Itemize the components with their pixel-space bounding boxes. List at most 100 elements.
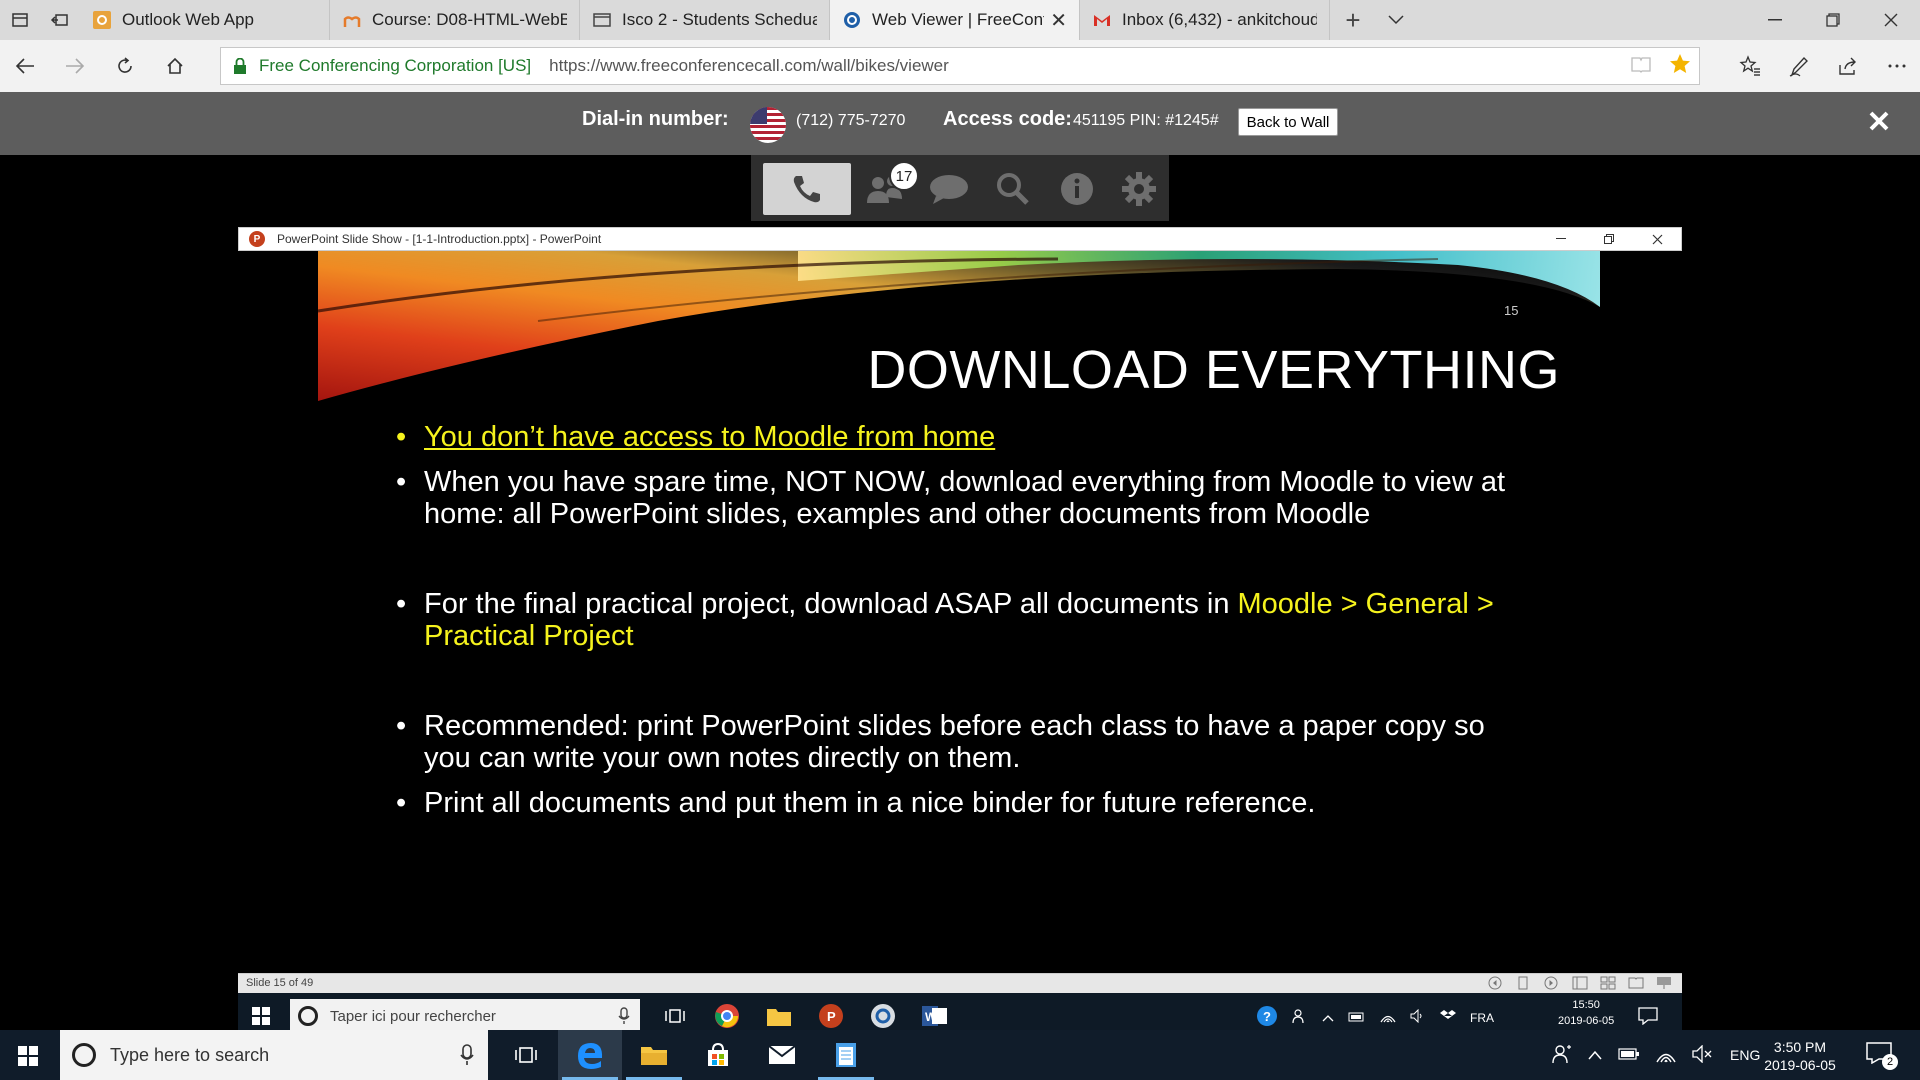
file-explorer-icon[interactable] — [762, 999, 796, 1033]
participants-count-badge: 17 — [889, 161, 919, 191]
tab-manager-icon[interactable] — [0, 0, 40, 40]
close-window-icon[interactable] — [1862, 0, 1920, 40]
windows-taskbar: Type here to search ENG 3:50 PM 2019-06-… — [0, 1030, 1920, 1080]
taskbar-search-box[interactable]: Type here to search — [60, 1030, 488, 1080]
task-view-icon[interactable] — [494, 1030, 558, 1080]
access-code-value: 451195 PIN: #1245# — [1073, 112, 1219, 129]
notepad-icon[interactable] — [814, 1030, 878, 1080]
set-tabs-aside-icon[interactable] — [40, 0, 80, 40]
refresh-icon[interactable] — [100, 40, 150, 92]
tab-title: Web Viewer | FreeConfe — [872, 10, 1045, 29]
tab-gmail[interactable]: Inbox (6,432) - ankitchoudh — [1080, 0, 1330, 40]
browser-tab-bar: Outlook Web App Course: D08-HTML-WebB – … — [0, 0, 1920, 40]
remote-search-box[interactable]: Taper ici pour rechercher — [290, 999, 640, 1033]
restore-icon[interactable] — [1804, 0, 1862, 40]
notes-icon[interactable] — [1516, 976, 1532, 990]
powerpoint-status-bar: Slide 15 of 49 — [238, 973, 1682, 993]
volume-muted-icon[interactable] — [1692, 1043, 1714, 1066]
info-icon[interactable] — [1051, 163, 1103, 215]
system-clock[interactable]: 3:50 PM 2019-06-05 — [1762, 1038, 1838, 1074]
ppt-restore-icon[interactable] — [1585, 228, 1633, 250]
word-icon[interactable]: W — [918, 999, 952, 1033]
ppt-close-icon[interactable] — [1633, 228, 1681, 250]
us-flag-icon[interactable] — [750, 107, 786, 143]
phone-icon[interactable] — [763, 163, 851, 215]
minimize-icon[interactable] — [1746, 0, 1804, 40]
back-arrow-icon[interactable] — [0, 40, 50, 92]
help-icon[interactable]: ? — [1256, 1005, 1278, 1030]
cortana-icon — [298, 1006, 318, 1026]
chat-icon[interactable] — [923, 163, 975, 215]
slide-number: 15 — [1504, 303, 1519, 318]
moodle-access-link[interactable]: You don’t have access to Moodle from hom… — [424, 421, 995, 453]
more-menu-icon[interactable] — [1872, 40, 1920, 92]
favorite-star-icon[interactable] — [1669, 53, 1691, 80]
windows-start-icon[interactable] — [18, 1046, 38, 1066]
svg-text:P: P — [827, 1009, 836, 1024]
bullet-item: You don’t have access to Moodle from hom… — [396, 421, 1526, 453]
tab-list-chevron-icon[interactable] — [1376, 0, 1416, 40]
url-text[interactable]: https://www.freeconferencecall.com/wall/… — [549, 56, 949, 76]
bullet-item: For the final practical project, downloa… — [396, 588, 1526, 652]
task-view-icon[interactable] — [658, 999, 692, 1033]
battery-icon[interactable] — [1348, 1011, 1366, 1025]
remote-input-language[interactable]: FRA — [1470, 1011, 1494, 1025]
powerpoint-icon: P — [249, 231, 265, 247]
reading-view-icon[interactable] — [1628, 976, 1644, 990]
close-tab-icon[interactable]: ✕ — [1050, 8, 1067, 33]
people-icon[interactable] — [1552, 1044, 1572, 1067]
volume-icon[interactable] — [1410, 1008, 1426, 1026]
new-tab-button[interactable]: + — [1330, 0, 1376, 40]
wifi-icon[interactable] — [1380, 1009, 1396, 1026]
file-explorer-icon[interactable] — [622, 1030, 686, 1080]
close-icon[interactable] — [1868, 110, 1894, 136]
input-language[interactable]: ENG — [1730, 1047, 1760, 1063]
favorites-hub-icon[interactable] — [1725, 40, 1774, 92]
wifi-icon[interactable] — [1656, 1045, 1676, 1066]
tab-isco[interactable]: Isco 2 - Students Scheduall — [580, 0, 830, 40]
normal-view-icon[interactable] — [1572, 976, 1588, 990]
powerpoint-taskbar-icon[interactable]: P — [814, 999, 848, 1033]
outlook-icon — [92, 10, 112, 30]
windows-start-icon[interactable] — [252, 1007, 270, 1025]
web-note-pen-icon[interactable] — [1774, 40, 1823, 92]
microphone-icon[interactable] — [460, 1044, 474, 1071]
chrome-icon[interactable] — [710, 999, 744, 1033]
svg-text:W: W — [925, 1010, 937, 1024]
remote-notification-icon[interactable] — [1638, 1007, 1658, 1030]
show-hidden-icons-chevron-icon[interactable] — [1322, 1011, 1334, 1025]
slide-show-icon[interactable] — [1656, 976, 1672, 990]
mail-icon[interactable] — [750, 1030, 814, 1080]
forward-arrow-icon[interactable] — [50, 40, 100, 92]
slide-canvas[interactable]: 15 DOWNLOAD EVERYTHING You don’t have ac… — [238, 251, 1682, 973]
search-icon[interactable] — [987, 163, 1039, 215]
back-to-wall-button[interactable]: Back to Wall — [1238, 108, 1338, 136]
ppt-minimize-icon[interactable] — [1537, 228, 1585, 250]
remote-date: 2019-06-05 — [1558, 1015, 1615, 1027]
settings-gear-icon[interactable] — [1113, 163, 1165, 215]
tab-course[interactable]: Course: D08-HTML-WebB – — [330, 0, 580, 40]
remote-clock[interactable]: 15:50 2019-06-05 — [1558, 997, 1614, 1029]
freeconference-icon — [842, 10, 862, 30]
battery-icon[interactable] — [1618, 1047, 1640, 1063]
tab-web-viewer[interactable]: Web Viewer | FreeConfe ✕ — [830, 0, 1080, 40]
dropbox-icon[interactable] — [1440, 1009, 1456, 1026]
store-icon[interactable] — [686, 1030, 750, 1080]
microphone-icon[interactable] — [618, 1007, 630, 1030]
home-icon[interactable] — [150, 40, 200, 92]
site-identity[interactable]: Free Conferencing Corporation [US] — [259, 56, 531, 76]
slide-sorter-icon[interactable] — [1600, 976, 1616, 990]
freeconference-taskbar-icon[interactable] — [866, 999, 900, 1033]
show-hidden-icons-chevron-icon[interactable] — [1588, 1047, 1602, 1063]
conference-toolbar: 17 — [751, 155, 1169, 221]
address-bar[interactable]: Free Conferencing Corporation [US] https… — [220, 47, 1700, 85]
reading-view-icon[interactable] — [1631, 55, 1651, 78]
next-slide-icon[interactable] — [1544, 976, 1560, 990]
share-icon[interactable] — [1823, 40, 1872, 92]
lock-icon — [233, 57, 247, 74]
tab-outlook[interactable]: Outlook Web App — [80, 0, 330, 40]
people-icon[interactable] — [1292, 1008, 1308, 1027]
previous-slide-icon[interactable] — [1488, 976, 1504, 990]
edge-browser-icon[interactable] — [558, 1030, 622, 1080]
action-center-icon[interactable]: 2 — [1866, 1042, 1898, 1070]
